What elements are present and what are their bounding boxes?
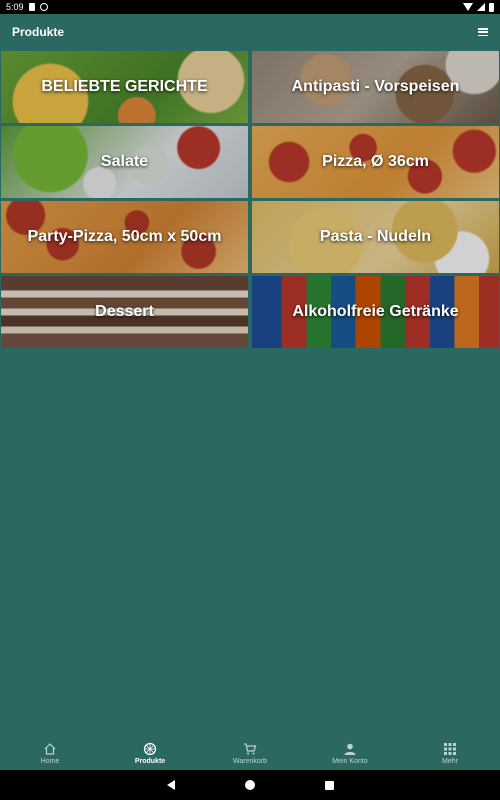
category-tile-beliebte-gerichte[interactable]: BELIEBTE GERICHTE xyxy=(0,50,249,124)
home-button-icon[interactable] xyxy=(244,780,255,790)
app-bar: Produkte xyxy=(0,14,500,50)
category-tile-getraenke[interactable]: Alkoholfreie Getränke xyxy=(251,275,500,349)
menu-icon[interactable] xyxy=(478,28,488,36)
nav-item-mein-konto[interactable]: Mein Konto xyxy=(300,736,400,770)
nav-item-produkte[interactable]: Produkte xyxy=(100,736,200,770)
nav-label: Home xyxy=(40,757,60,765)
category-label: BELIEBTE GERICHTE xyxy=(41,78,208,95)
category-grid: BELIEBTE GERICHTE Antipasti - Vorspeisen… xyxy=(0,50,500,349)
category-tile-salate[interactable]: Salate xyxy=(0,125,249,199)
back-icon[interactable] xyxy=(166,780,175,790)
grid-icon xyxy=(443,742,457,756)
cellular-signal-icon xyxy=(477,3,485,11)
pizza-icon xyxy=(143,742,157,756)
system-navigation-bar xyxy=(0,770,500,800)
status-time: 5:09 xyxy=(6,2,24,12)
category-label: Pasta - Nudeln xyxy=(319,228,432,245)
nav-label: Produkte xyxy=(134,757,166,765)
nav-label: Mein Konto xyxy=(332,757,368,765)
nav-label: Warenkorb xyxy=(233,757,267,765)
account-icon xyxy=(343,742,357,756)
category-label: Salate xyxy=(100,153,149,170)
bottom-navigation: Home Produkte Warenkorb Mein Konto Mehr xyxy=(0,736,500,770)
category-label: Antipasti - Vorspeisen xyxy=(291,78,460,95)
recents-icon[interactable] xyxy=(324,780,334,790)
nav-item-home[interactable]: Home xyxy=(0,736,100,770)
nav-item-warenkorb[interactable]: Warenkorb xyxy=(200,736,300,770)
page-title: Produkte xyxy=(12,25,65,39)
category-tile-pasta[interactable]: Pasta - Nudeln xyxy=(251,200,500,274)
notification-file-icon xyxy=(28,3,35,11)
category-label: Pizza, Ø 36cm xyxy=(322,153,429,170)
category-tile-dessert[interactable]: Dessert xyxy=(0,275,249,349)
category-tile-pizza[interactable]: Pizza, Ø 36cm xyxy=(251,125,500,199)
category-label: Alkoholfreie Getränke xyxy=(292,303,459,320)
wifi-icon xyxy=(463,3,473,11)
home-icon xyxy=(43,742,57,756)
nav-item-mehr[interactable]: Mehr xyxy=(400,736,500,770)
nav-label: Mehr xyxy=(442,757,458,765)
category-label: Party-Pizza, 50cm x 50cm xyxy=(27,228,222,245)
category-tile-party-pizza[interactable]: Party-Pizza, 50cm x 50cm xyxy=(0,200,249,274)
category-tile-antipasti[interactable]: Antipasti - Vorspeisen xyxy=(251,50,500,124)
status-bar: 5:09 xyxy=(0,0,500,14)
category-label: Dessert xyxy=(95,303,154,320)
cart-icon xyxy=(243,742,257,756)
notification-sync-icon xyxy=(39,3,48,11)
battery-icon xyxy=(489,2,494,12)
